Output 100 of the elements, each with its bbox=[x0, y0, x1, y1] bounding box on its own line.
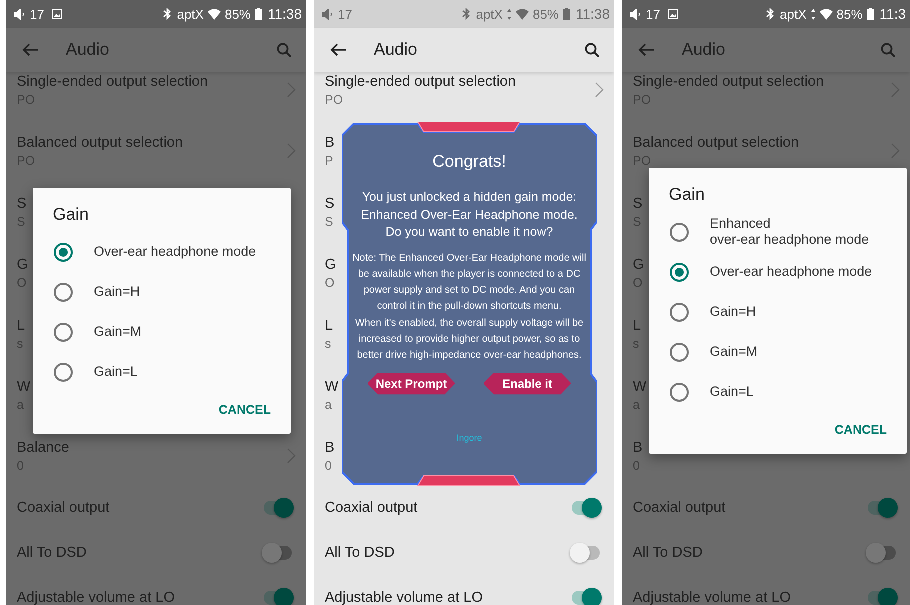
setting-title: B bbox=[325, 439, 335, 458]
clock: 11:38 bbox=[268, 6, 302, 22]
setting-value: PO bbox=[325, 92, 344, 108]
battery-icon bbox=[563, 8, 570, 20]
gain-option[interactable]: Over-ear headphone mode bbox=[649, 252, 907, 292]
setting-value: a bbox=[325, 397, 332, 413]
setting-title: Balanced output selection bbox=[633, 134, 800, 153]
toggle-switch[interactable] bbox=[264, 590, 292, 604]
dialog-note: Note: The Enhanced Over-Ear Headphone mode will be available when the player is connected to a DC power supply and set to DC mode. And you can control it in the pull-down shortcuts menu. When it's enabled, the overall supply voltage will be increased to provide higher output power, so as to better drive high-impedance over-ear headphones. bbox=[352, 252, 587, 364]
radio-button[interactable] bbox=[54, 322, 73, 342]
gain-option[interactable]: Over-ear headphone mode bbox=[33, 232, 291, 272]
codec-label: aptX bbox=[177, 6, 204, 22]
setting-title: L bbox=[633, 317, 642, 336]
cancel-button[interactable]: CANCEL bbox=[210, 392, 279, 428]
dialog-title: Gain bbox=[669, 184, 705, 206]
setting-title: G bbox=[325, 256, 336, 275]
setting-title: S bbox=[17, 195, 27, 214]
dialog-title: Congrats! bbox=[432, 151, 506, 173]
setting-title: L bbox=[17, 317, 26, 336]
setting-title: Balance bbox=[17, 439, 70, 458]
radio-button[interactable] bbox=[670, 302, 689, 322]
radio-button[interactable] bbox=[670, 382, 689, 402]
gain-option[interactable]: Gain=L bbox=[33, 352, 291, 392]
setting-title: Adjustable volume at LO bbox=[633, 588, 792, 605]
radio-button[interactable] bbox=[54, 362, 73, 382]
speaker-icon bbox=[14, 8, 26, 20]
cancel-button[interactable]: CANCEL bbox=[826, 412, 895, 448]
battery-icon bbox=[866, 8, 874, 20]
clock: 11:38 bbox=[576, 6, 610, 22]
setting-title: W bbox=[633, 378, 647, 397]
setting-value: s bbox=[325, 336, 332, 352]
volume-level: 17 bbox=[338, 6, 352, 22]
toggle-switch[interactable] bbox=[572, 590, 600, 604]
setting-title: W bbox=[17, 378, 31, 397]
setting-title: Coaxial output bbox=[17, 498, 111, 518]
bluetooth-icon bbox=[162, 8, 174, 20]
radio-button[interactable] bbox=[670, 262, 689, 282]
wifi-icon bbox=[208, 8, 221, 20]
speaker-icon bbox=[630, 8, 642, 20]
radio-button[interactable] bbox=[54, 282, 73, 302]
bluetooth-icon bbox=[765, 8, 776, 20]
setting-title: Coaxial output bbox=[633, 498, 727, 518]
wifi-icon bbox=[516, 8, 529, 20]
screen-title: Audio bbox=[66, 40, 110, 60]
battery-percent: 85% bbox=[224, 6, 251, 22]
codec-label: aptX bbox=[476, 6, 503, 22]
setting-title: S bbox=[325, 195, 335, 214]
radio-button[interactable] bbox=[670, 342, 689, 362]
radio-button[interactable] bbox=[670, 222, 689, 242]
setting-title: S bbox=[633, 195, 643, 214]
toggle-switch[interactable] bbox=[868, 590, 896, 604]
setting-title: B bbox=[633, 439, 643, 458]
toggle-switch[interactable] bbox=[264, 546, 292, 560]
setting-value: S bbox=[325, 214, 334, 230]
toggle-switch[interactable] bbox=[868, 546, 896, 560]
search-icon[interactable] bbox=[585, 42, 600, 58]
setting-title: All To DSD bbox=[325, 544, 396, 562]
gain-option[interactable]: Gain=M bbox=[649, 332, 907, 372]
back-arrow-icon[interactable] bbox=[330, 43, 346, 57]
setting-title: All To DSD bbox=[17, 544, 88, 562]
speaker-icon bbox=[322, 8, 334, 20]
gain-option[interactable]: Gain=H bbox=[649, 292, 907, 332]
setting-title: W bbox=[325, 378, 339, 397]
screen-title: Audio bbox=[682, 40, 726, 60]
setting-title: Single-ended output selection bbox=[17, 73, 208, 92]
setting-title: Adjustable volume at LO bbox=[17, 588, 176, 605]
toggle-switch[interactable] bbox=[264, 500, 292, 514]
setting-title: G bbox=[17, 256, 28, 275]
setting-value: 0 bbox=[325, 458, 332, 474]
codec-label: aptX bbox=[780, 6, 807, 22]
toggle-switch[interactable] bbox=[572, 546, 600, 560]
setting-title: B bbox=[325, 134, 335, 153]
setting-title: L bbox=[325, 317, 334, 336]
radio-button[interactable] bbox=[54, 242, 73, 262]
setting-title: Balanced output selection bbox=[17, 134, 184, 153]
dialog-message: You just unlocked a hidden gain mode: Enhanced Over-Ear Headphone mode. Do you want to enable it now? bbox=[360, 189, 579, 241]
setting-title: Single-ended output selection bbox=[325, 73, 516, 92]
battery-percent: 85% bbox=[532, 6, 559, 22]
chevron-icon[interactable] bbox=[595, 82, 604, 98]
bluetooth-icon bbox=[461, 8, 472, 20]
setting-title: Adjustable volume at LO bbox=[325, 588, 484, 605]
dialog-title: Gain bbox=[53, 204, 89, 226]
wifi-icon bbox=[820, 8, 833, 20]
volume-level: 17 bbox=[30, 6, 44, 22]
screen-title: Audio bbox=[374, 40, 418, 60]
setting-title: G bbox=[633, 256, 644, 275]
setting-value: O bbox=[325, 275, 335, 291]
toggle-switch[interactable] bbox=[572, 500, 600, 514]
battery-percent: 85% bbox=[836, 6, 863, 22]
gain-option[interactable]: Gain=L bbox=[649, 372, 907, 412]
gain-option[interactable]: Enhanced over-ear headphone mode bbox=[649, 212, 907, 252]
setting-title: Single-ended output selection bbox=[633, 73, 824, 92]
setting-value: P bbox=[325, 153, 334, 169]
gain-option[interactable]: Gain=M bbox=[33, 312, 291, 352]
battery-icon bbox=[255, 8, 262, 20]
gain-option[interactable]: Gain=H bbox=[33, 272, 291, 312]
volume-level: 17 bbox=[646, 6, 660, 22]
setting-title: Coaxial output bbox=[325, 498, 419, 518]
setting-title: All To DSD bbox=[633, 544, 704, 562]
clock: 11:3 bbox=[880, 6, 906, 22]
